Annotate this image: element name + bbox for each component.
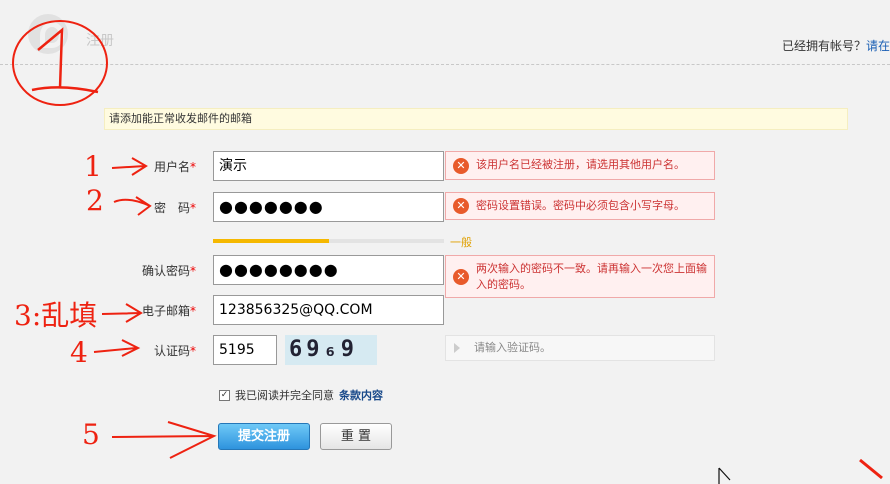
annotation-strokes [12,20,883,484]
annotation-arrow-2 [113,196,152,216]
annotation-number-one-stroke [31,27,99,94]
annotation-corner-stroke [859,458,883,480]
annotation-arrow-1 [111,157,148,176]
annotation-label-5: 5 [82,418,100,451]
annotation-arrow-3 [101,303,143,323]
annotation-label-1: 1 [84,150,102,183]
annotation-label-2: 2 [86,184,104,217]
annotation-label-4: 4 [70,336,88,369]
annotation-arrow-4 [93,339,141,357]
annotation-label-3: 3:乱填 [14,299,98,332]
annotation-arrow-5 [111,421,217,459]
mouse-cursor-icon [718,467,731,484]
